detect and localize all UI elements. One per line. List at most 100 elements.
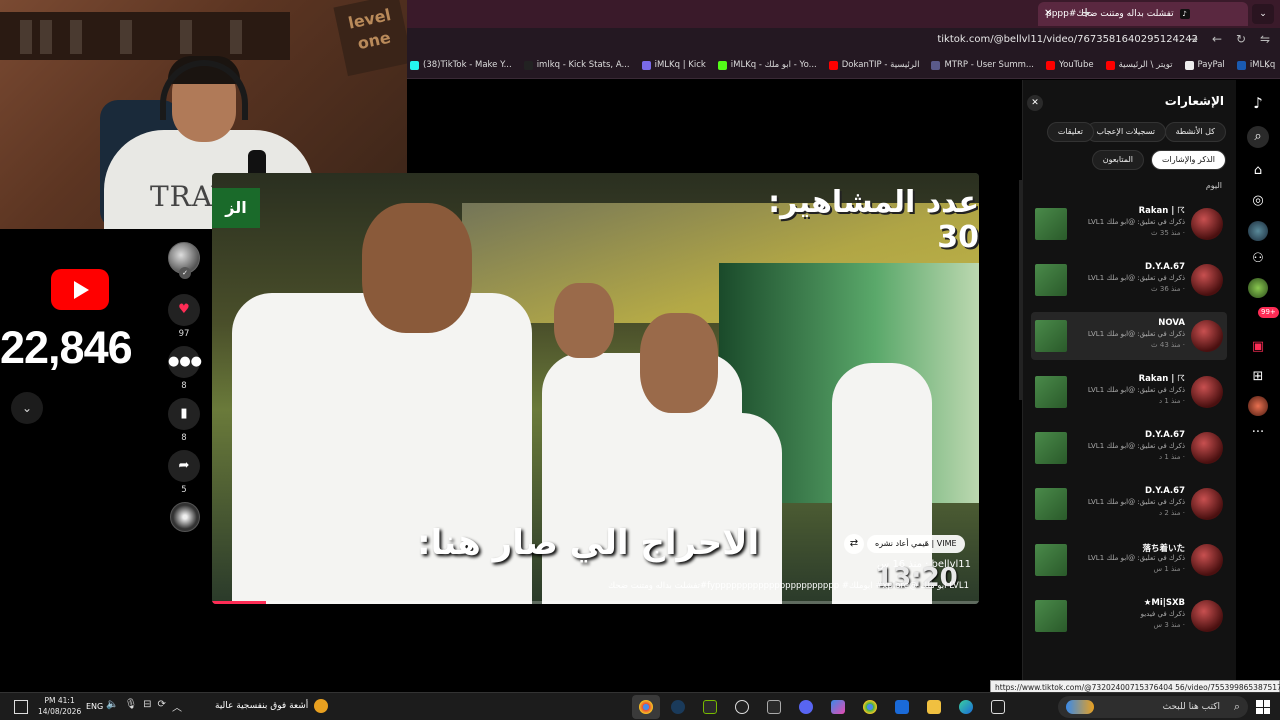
follow-check-icon[interactable]: ✓ xyxy=(179,267,191,279)
tab-close-icon[interactable]: ✕ xyxy=(1044,8,1052,19)
bookmark-item[interactable]: DokanTIP - الرئيسية xyxy=(828,60,919,70)
tab-all-activity[interactable]: كل الأنشطة xyxy=(1164,122,1226,142)
notification-user[interactable]: NOVA xyxy=(1158,318,1185,328)
bookmark-item[interactable]: imlkq - Kick Stats, A... xyxy=(523,60,630,70)
forward-icon[interactable]: → xyxy=(1186,32,1200,46)
notification-video-thumbnail[interactable] xyxy=(1035,488,1067,520)
tab-followers[interactable]: المتابعون xyxy=(1091,150,1144,170)
upload-icon[interactable]: ⊞ xyxy=(1247,366,1269,388)
notification-user[interactable]: ★Mi|SXB xyxy=(1144,598,1185,608)
new-tab-button[interactable]: + xyxy=(1080,5,1092,21)
bookmarks-overflow-icon[interactable]: › xyxy=(1266,59,1270,72)
video-author[interactable]: bellvl11 · منذ 16 س xyxy=(212,559,971,570)
chrome-app-2[interactable] xyxy=(856,695,884,719)
notification-video-thumbnail[interactable] xyxy=(1035,376,1067,408)
explorer-app[interactable] xyxy=(920,695,948,719)
comment-icon[interactable]: ●●● xyxy=(168,346,202,378)
video-player[interactable]: الز عدد المشاهير: 30 الاحراج الي صار هنا… xyxy=(212,173,979,604)
comment-action[interactable]: ●●● 8 xyxy=(168,346,202,391)
language-indicator[interactable]: ENG xyxy=(86,702,103,711)
search-icon[interactable]: ⌕ xyxy=(1247,126,1269,148)
task-view-app[interactable] xyxy=(984,695,1012,719)
save-action[interactable]: ▮ 8 xyxy=(168,398,200,443)
xsplit-app[interactable] xyxy=(760,695,788,719)
chevron-up-icon[interactable]: ︿ xyxy=(172,699,182,714)
notification-avatar[interactable] xyxy=(1191,488,1223,520)
notification-item[interactable]: 落ち着いた ذكرك في تعليق: @ابو ملك LVL1 · منذ 1… xyxy=(1031,536,1227,584)
friends-icon[interactable]: ⚇ xyxy=(1247,248,1269,270)
back-icon[interactable]: ← xyxy=(1210,32,1224,46)
share-action[interactable]: ➦ 5 xyxy=(168,450,200,495)
share-icon[interactable]: ➦ xyxy=(168,450,200,482)
notification-avatar[interactable] xyxy=(1191,208,1223,240)
browser-tab-active[interactable]: ♪ تفشلت بداله ومتنت ضحك#pppp ✕ xyxy=(1038,2,1248,26)
outlook-app[interactable] xyxy=(888,695,916,719)
notification-video-thumbnail[interactable] xyxy=(1035,600,1067,632)
bookmark-item[interactable]: YouTube xyxy=(1046,60,1094,70)
notification-item[interactable]: NOVA ذكرك في تعليق: @ابو ملك LVL1 · منذ 43… xyxy=(1031,312,1227,360)
notification-user[interactable]: Rakan | ☈ xyxy=(1139,206,1185,216)
tab-comments[interactable]: تعليقات xyxy=(1046,122,1094,142)
nvidia-app[interactable] xyxy=(696,695,724,719)
weather-widget[interactable]: أشعة فوق بنفسجية عالية xyxy=(215,699,329,713)
notification-item[interactable]: Rakan | ☈ ذكرك في تعليق: @ابو ملك LVL1 · م… xyxy=(1031,200,1227,248)
notification-avatar[interactable] xyxy=(1191,544,1223,576)
notification-avatar[interactable] xyxy=(1191,376,1223,408)
notification-item[interactable]: D.Y.A.67 ذكرك في تعليق: @ابو ملك LVL1 · من… xyxy=(1031,424,1227,472)
reload-icon[interactable]: ↻ xyxy=(1234,32,1248,46)
bookmark-item[interactable]: (38)TikTok - Make Y... xyxy=(410,60,512,70)
bookmark-item[interactable]: MTRP - User Summ... xyxy=(931,60,1034,70)
notification-item[interactable]: Rakan | ☈ ذكرك في تعليق: @ابو ملك LVL1 · م… xyxy=(1031,368,1227,416)
bookmark-item[interactable]: iMLKq | Kick xyxy=(641,60,706,70)
obs-app[interactable] xyxy=(728,695,756,719)
notification-video-thumbnail[interactable] xyxy=(1035,432,1067,464)
notification-item[interactable]: D.Y.A.67 ذكرك في تعليق: @ابو ملك LVL1 · من… xyxy=(1031,480,1227,528)
tab-likes[interactable]: تسجيلات الإعجاب xyxy=(1085,122,1166,142)
notification-user[interactable]: D.Y.A.67 xyxy=(1145,430,1185,440)
notification-user[interactable]: D.Y.A.67 xyxy=(1145,486,1185,496)
url-field[interactable]: tiktok.com/@bellvl11/video/7673581640295… xyxy=(937,34,1198,45)
copilot-app[interactable] xyxy=(824,695,852,719)
video-progress-bar[interactable] xyxy=(212,601,979,604)
taskbar-clock[interactable]: PM 41:1 14/08/2026 xyxy=(38,695,81,717)
notification-item[interactable]: D.Y.A.67 ذكرك في تعليق: @ابو ملك LVL1 · من… xyxy=(1031,256,1227,304)
start-windows-icon[interactable] xyxy=(1256,700,1270,714)
microphone-tray-icon[interactable]: 🎙 xyxy=(124,699,137,714)
notification-center-icon[interactable] xyxy=(14,700,28,714)
notification-avatar[interactable] xyxy=(1191,600,1223,632)
taskbar-search[interactable]: ⌕ اكتب هنا للبحث xyxy=(1058,696,1248,718)
notification-video-thumbnail[interactable] xyxy=(1035,320,1067,352)
notification-avatar[interactable] xyxy=(1191,320,1223,352)
notification-item[interactable]: ★Mi|SXB ذكرك في فيديو · منذ 3 س xyxy=(1031,592,1227,640)
sync-icon[interactable]: ⟳ xyxy=(158,699,166,714)
notification-user[interactable]: D.Y.A.67 xyxy=(1145,262,1185,272)
live-avatar[interactable] xyxy=(1248,278,1268,298)
volume-icon[interactable]: 🔈 xyxy=(106,699,118,714)
bookmark-item[interactable]: تويتر \ الرئيسية xyxy=(1105,60,1173,70)
tiktok-logo-icon[interactable]: ♪ xyxy=(1247,92,1269,114)
bookmark-item[interactable]: iMLKq - ابو ملك - Yo... xyxy=(717,60,817,70)
more-icon[interactable]: ··· xyxy=(1247,422,1269,444)
repost-pill[interactable]: VIME | هَيمي أعاد نشره xyxy=(867,535,965,553)
repost-icon[interactable]: ⇄ xyxy=(844,534,864,554)
explore-compass-icon[interactable]: ◎ xyxy=(1247,190,1269,212)
heart-icon[interactable]: ♥ xyxy=(168,294,200,326)
chrome-app[interactable] xyxy=(632,695,660,719)
notification-avatar[interactable] xyxy=(1191,432,1223,464)
following-avatar[interactable] xyxy=(1248,221,1268,241)
panel-close-icon[interactable]: ✕ xyxy=(1027,95,1043,111)
network-icon[interactable]: ⊟ xyxy=(143,699,151,714)
bookmark-icon[interactable]: ▮ xyxy=(168,398,200,430)
edge-app[interactable] xyxy=(952,695,980,719)
tab-mentions[interactable]: الذكر والإشارات xyxy=(1150,150,1226,170)
bookmark-item[interactable]: PayPal xyxy=(1184,60,1225,70)
tab-menu-button[interactable]: ⌄ xyxy=(1252,4,1274,24)
notification-user[interactable]: Rakan | ☈ xyxy=(1139,374,1185,384)
creator-avatar[interactable]: ✓ xyxy=(168,242,200,279)
home-icon[interactable]: ⌂ xyxy=(1247,160,1269,182)
like-action[interactable]: ♥ 97 xyxy=(168,294,200,339)
tune-icon[interactable]: ⇋ xyxy=(1258,32,1272,46)
notification-user[interactable]: 落ち着いた xyxy=(1142,542,1185,554)
notification-video-thumbnail[interactable] xyxy=(1035,264,1067,296)
notification-video-thumbnail[interactable] xyxy=(1035,544,1067,576)
